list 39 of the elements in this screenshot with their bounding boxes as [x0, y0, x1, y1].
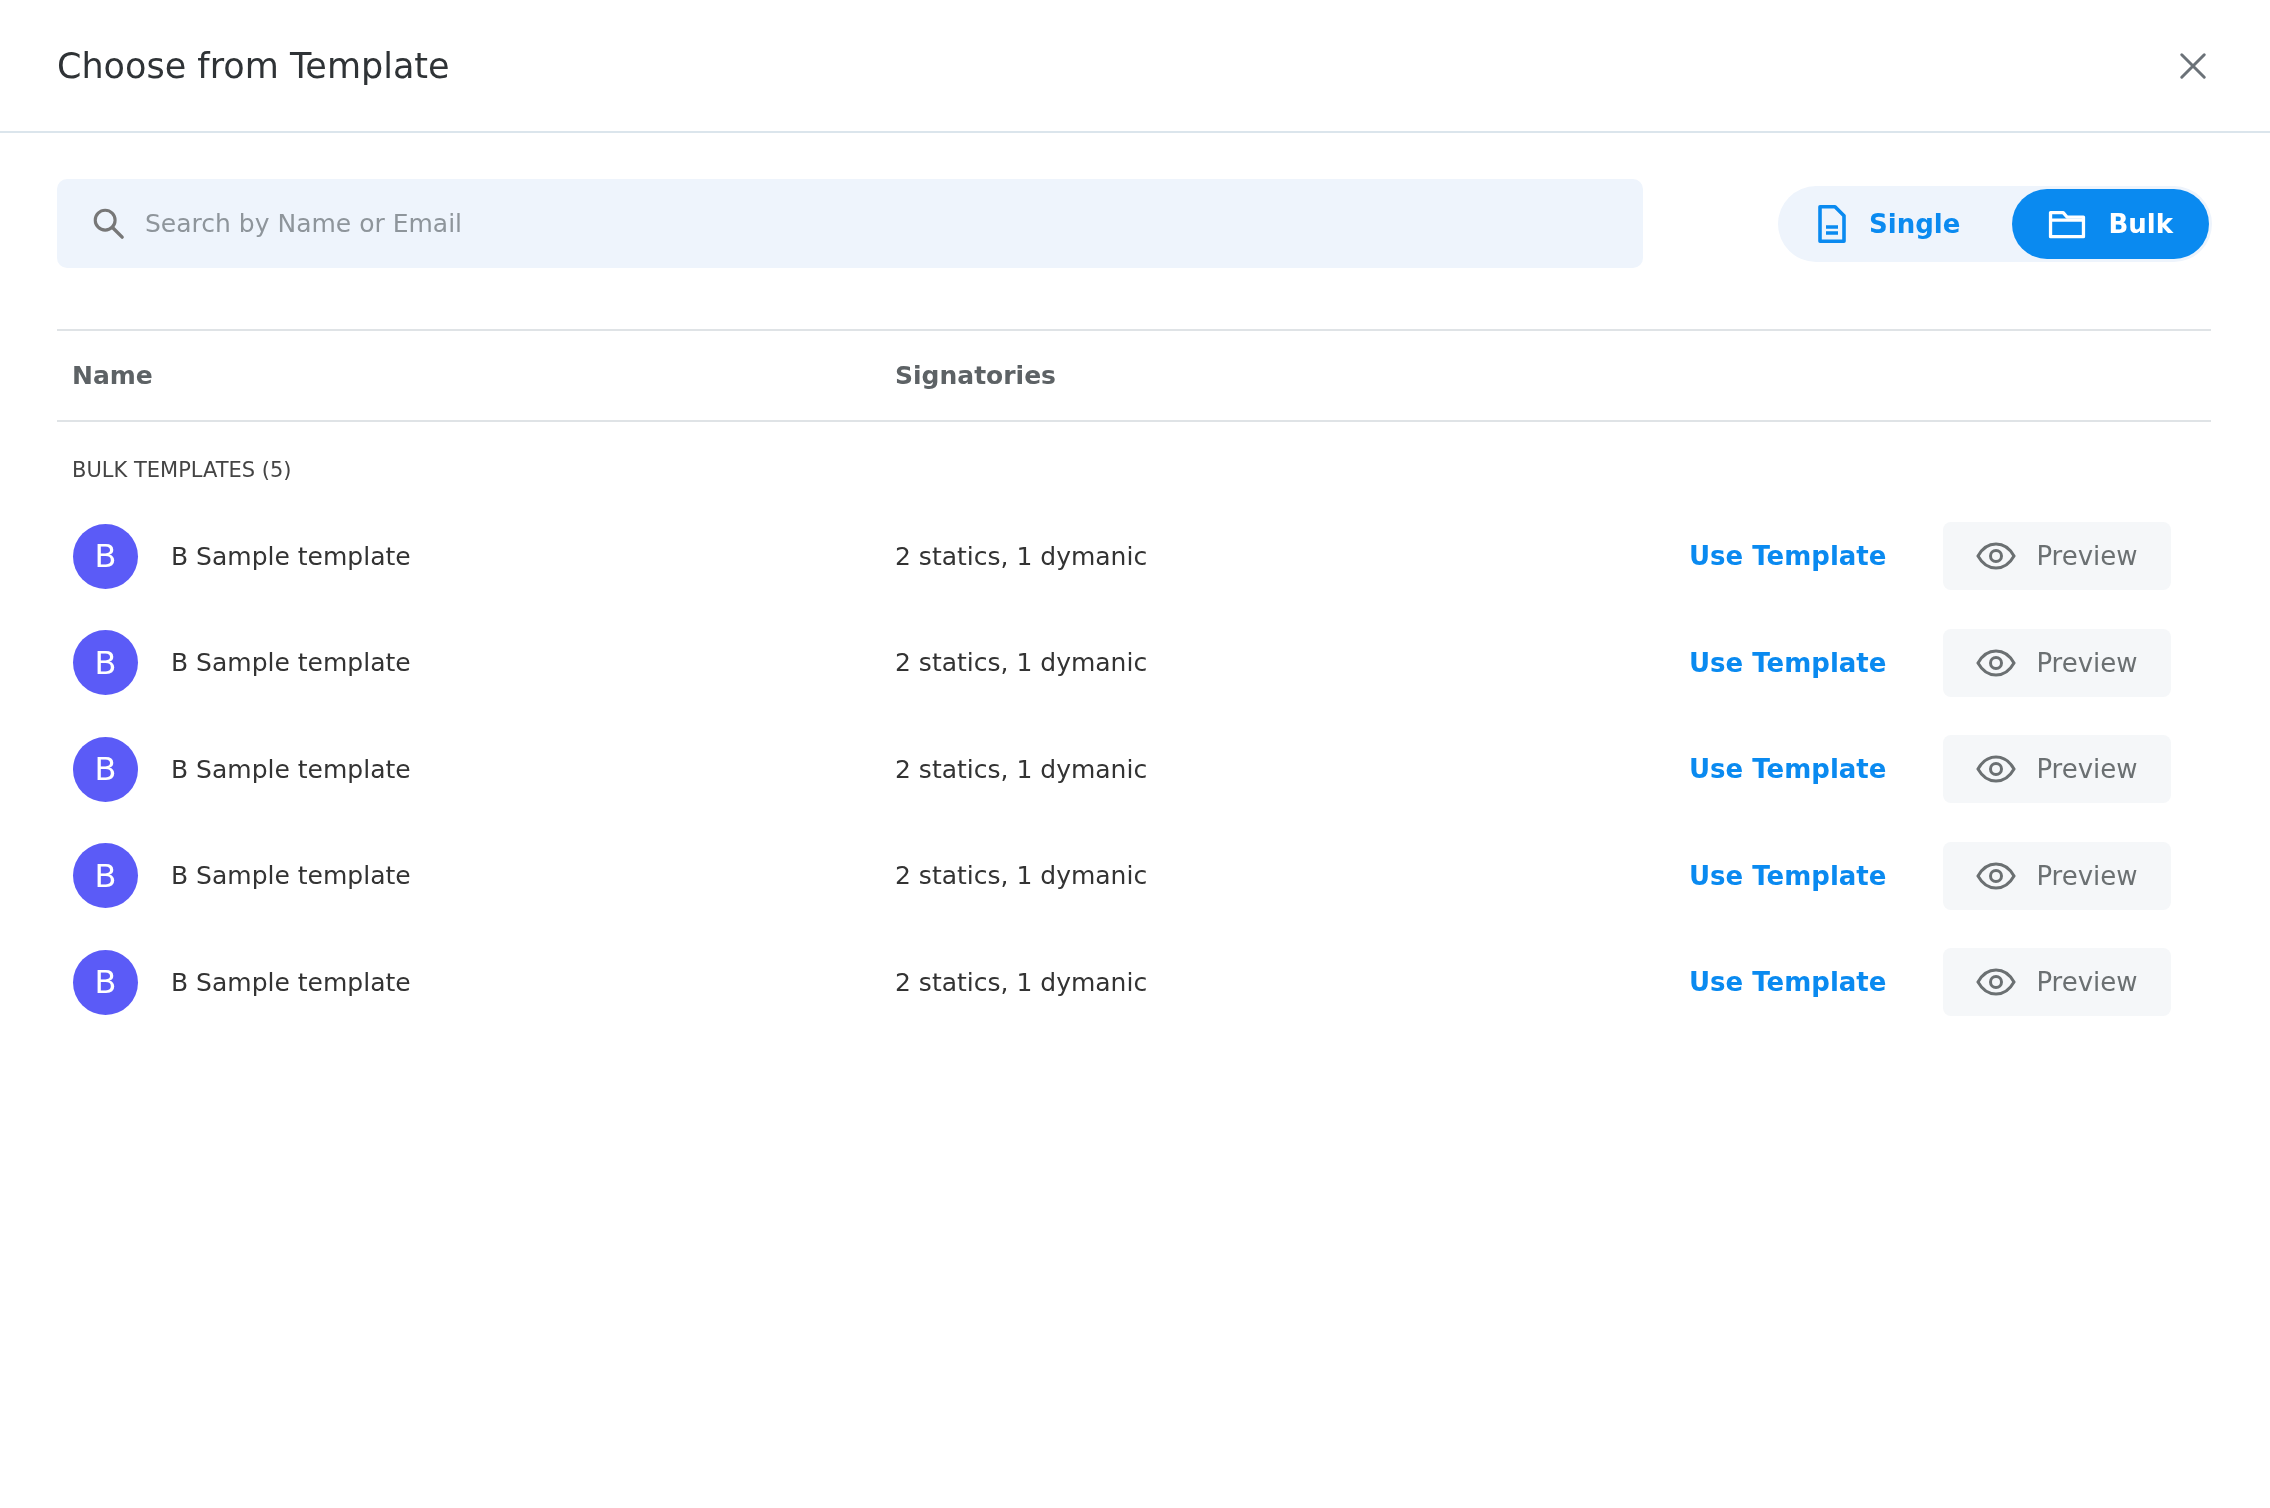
avatar: B	[73, 630, 138, 696]
signatories-text: 2 statics, 1 dymanic	[895, 541, 1149, 571]
eye-icon	[1976, 861, 2017, 890]
view-toggle-option[interactable]: Single	[1781, 188, 1997, 259]
avatar: B	[73, 736, 138, 802]
eye-icon	[1976, 542, 2017, 571]
eye-icon	[1976, 968, 2017, 997]
search-field[interactable]: Search by Name or Email	[57, 179, 1643, 268]
template-name: B Sample template	[171, 754, 411, 784]
use-template-link[interactable]: Use Template	[1689, 541, 1943, 572]
avatar: B	[73, 523, 138, 589]
view-toggle-option[interactable]: Bulk	[2012, 188, 2209, 259]
preview-button[interactable]: Preview	[1943, 948, 2171, 1017]
template-name: B Sample template	[171, 967, 411, 997]
dialog-title: Choose from Template	[57, 45, 450, 86]
eye-icon	[1976, 648, 2017, 677]
preview-button[interactable]: Preview	[1943, 735, 2171, 804]
template-name: B Sample template	[171, 541, 411, 571]
template-name: B Sample template	[171, 648, 411, 678]
section-label: BULK TEMPLATES (5)	[72, 458, 293, 484]
signatories-text: 2 statics, 1 dymanic	[895, 648, 1149, 678]
close-icon	[2178, 50, 2208, 81]
avatar: B	[73, 843, 138, 909]
use-template-link[interactable]: Use Template	[1689, 754, 1943, 785]
eye-icon	[1976, 755, 2017, 784]
preview-button[interactable]: Preview	[1943, 628, 2171, 697]
column-header: Name	[71, 361, 154, 390]
avatar: B	[73, 949, 138, 1015]
preview-button[interactable]: Preview	[1943, 841, 2171, 910]
signatories-text: 2 statics, 1 dymanic	[895, 861, 1149, 891]
column-header: Signatories	[895, 361, 1056, 390]
signatories-text: 2 statics, 1 dymanic	[895, 967, 1149, 997]
document-icon	[1817, 203, 1847, 244]
use-template-link[interactable]: Use Template	[1689, 967, 1943, 998]
template-name: B Sample template	[171, 861, 411, 891]
preview-button[interactable]: Preview	[1943, 522, 2171, 591]
use-template-link[interactable]: Use Template	[1689, 860, 1943, 891]
use-template-link[interactable]: Use Template	[1689, 647, 1943, 678]
signatories-text: 2 statics, 1 dymanic	[895, 754, 1149, 784]
